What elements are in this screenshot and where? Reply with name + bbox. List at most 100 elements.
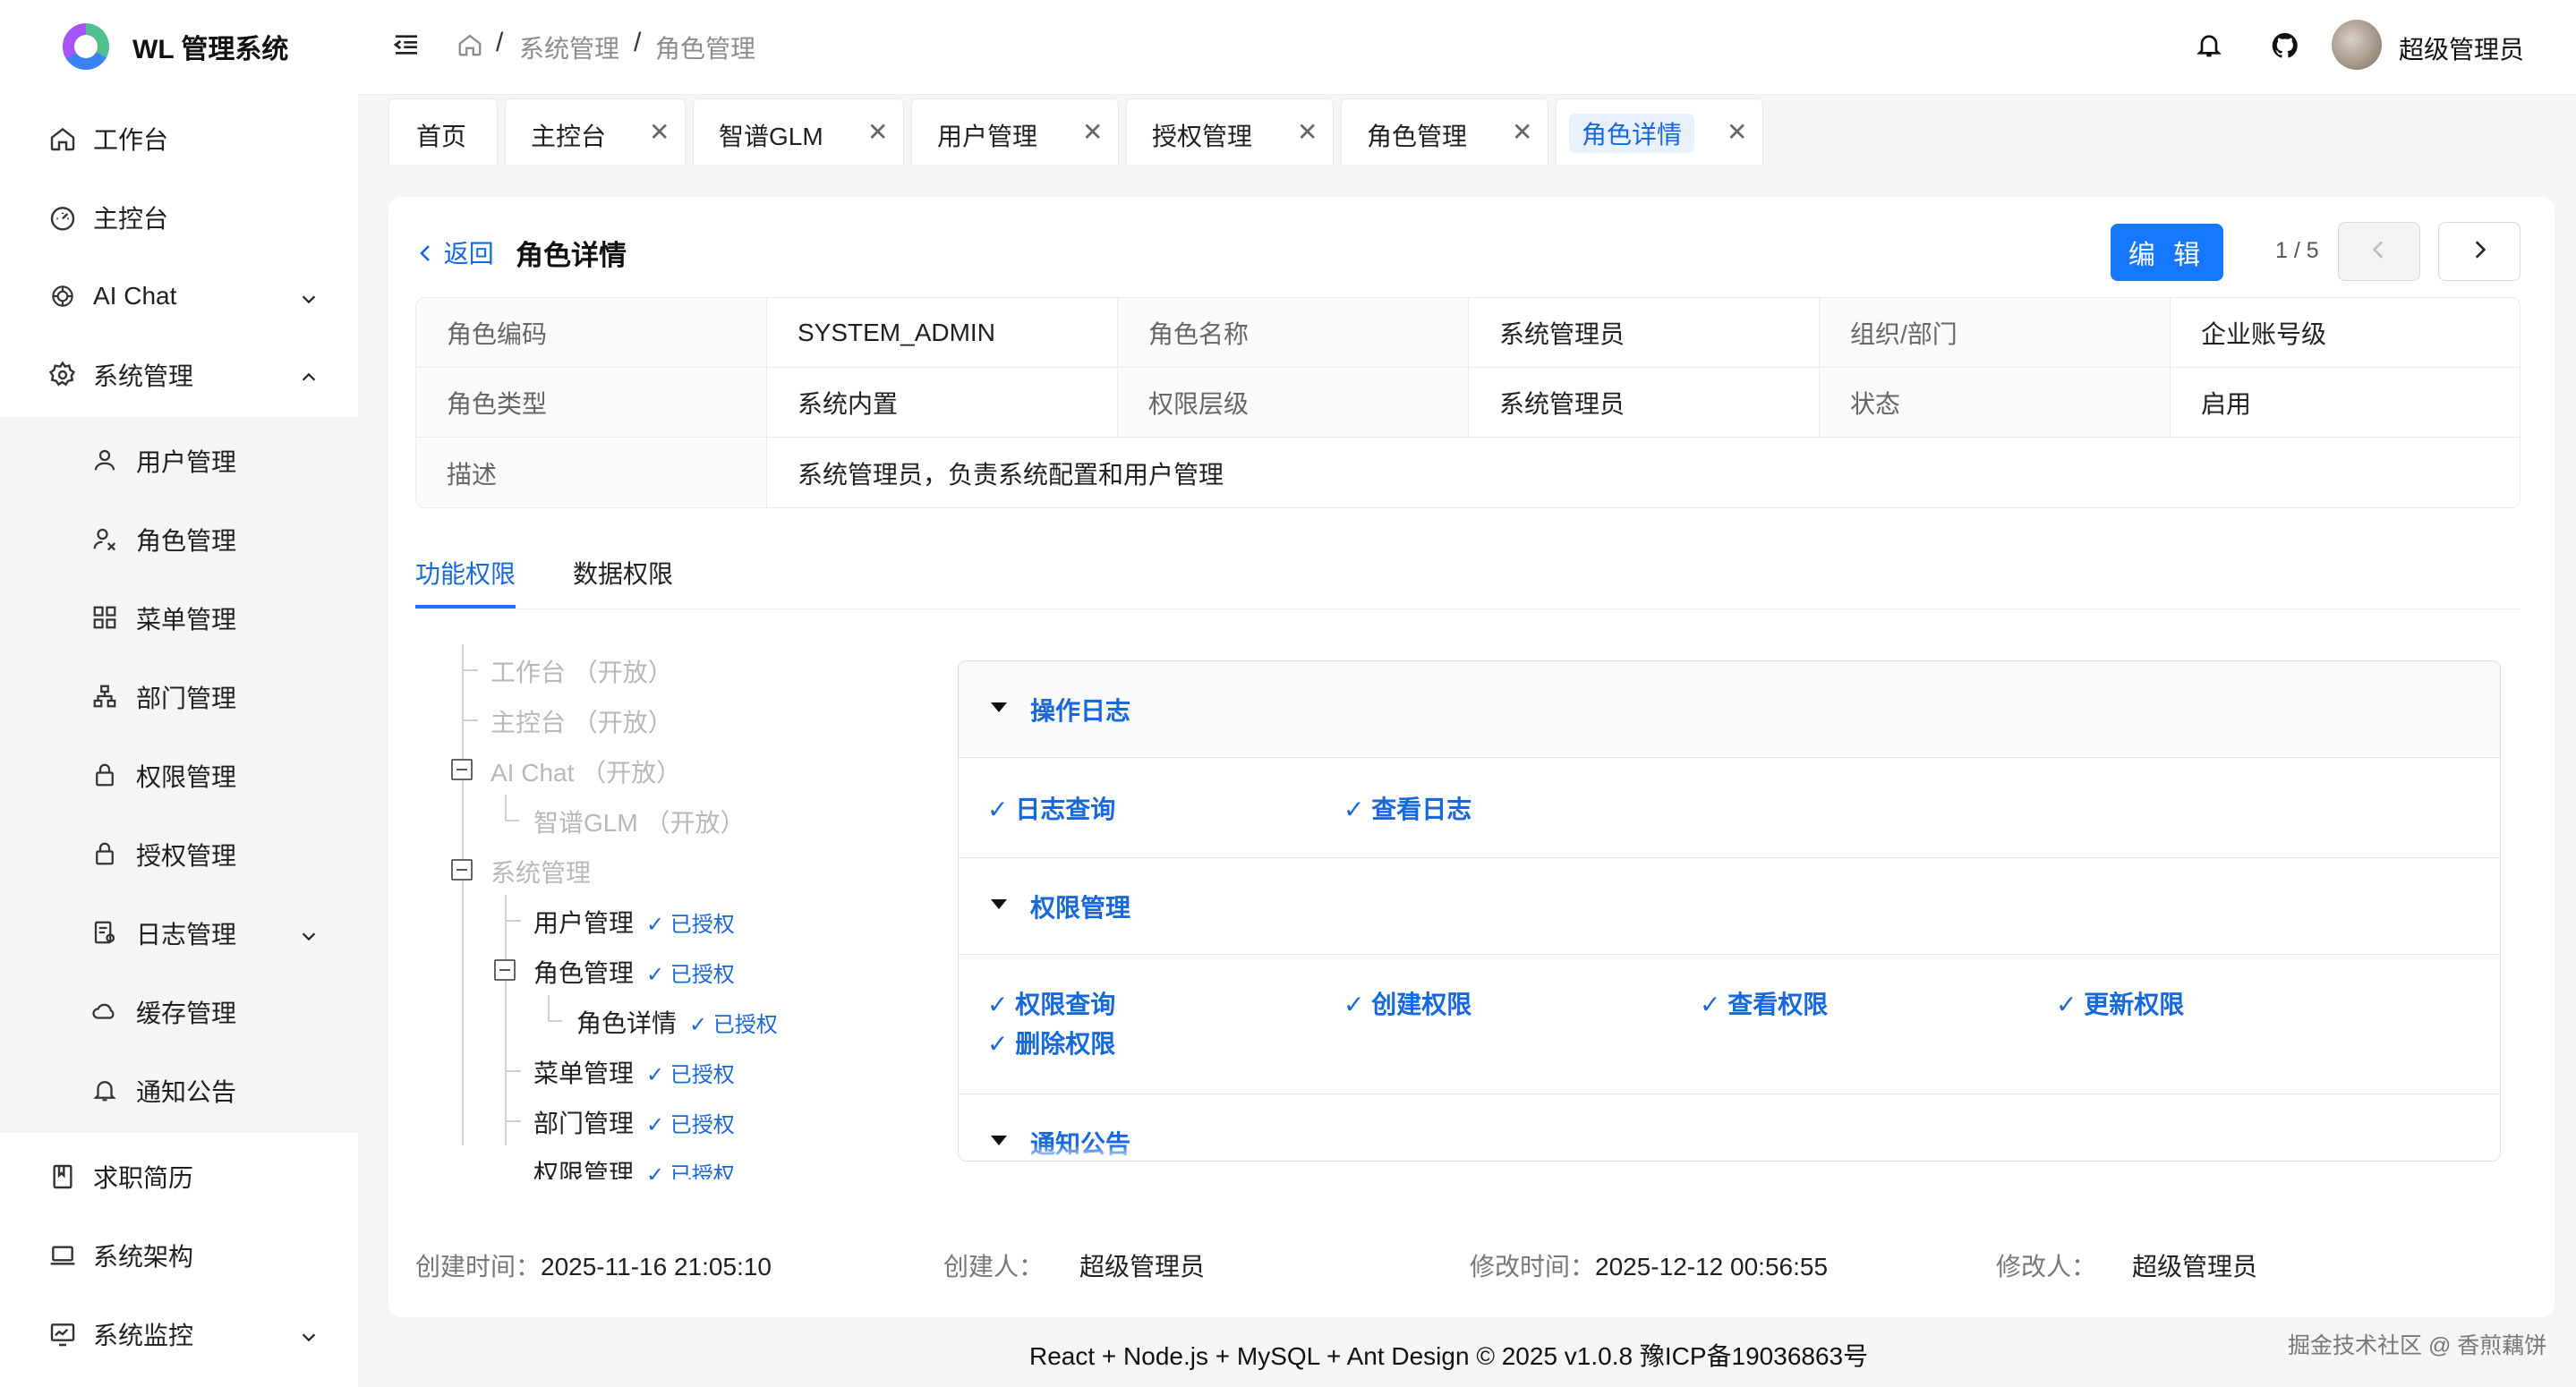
tree-node-permissions[interactable]: 权限管理 ✓ 已授权	[533, 1154, 735, 1179]
meta-modified: 修改时间：2025-12-12 00:56:55	[1470, 1247, 1828, 1283]
back-link[interactable]: 返回	[415, 234, 494, 271]
sidebar-item-system[interactable]: 系统管理	[0, 344, 358, 406]
permission-item[interactable]: ✓ 查看权限	[1700, 985, 1828, 1021]
bell-icon	[91, 1076, 120, 1105]
user-icon	[91, 447, 120, 475]
collapse-icon[interactable]	[451, 859, 473, 881]
sidebar-item-dashboard[interactable]: 主控台	[0, 186, 358, 249]
page-title: 角色详情	[516, 240, 627, 271]
close-icon[interactable]: ✕	[1512, 117, 1532, 147]
watermark: 掘金技术社区 @ 香煎藕饼	[2288, 1333, 2547, 1358]
permission-item[interactable]: ✓ 创建权限	[1343, 985, 1471, 1021]
tab-glm[interactable]: 智谱GLM ✕	[693, 98, 904, 165]
menu-grid-icon	[91, 604, 120, 633]
breadcrumb-separator: /	[496, 28, 504, 57]
permission-item[interactable]: ✓ 查看日志	[1343, 790, 1471, 826]
chevron-down-icon	[299, 1324, 319, 1344]
chevron-right-icon	[2468, 238, 2491, 266]
tab-roles[interactable]: 角色管理 ✕	[1341, 98, 1548, 165]
chevron-down-icon	[299, 923, 319, 943]
close-icon[interactable]: ✕	[1727, 117, 1747, 147]
tab-users[interactable]: 用户管理 ✕	[911, 98, 1119, 165]
field-label: 角色名称	[1118, 298, 1469, 368]
tree-node[interactable]: 主控台 （开放）	[490, 703, 673, 739]
permission-tree: 工作台 （开放） 主控台 （开放） AI Chat （开放） 智谱GLM （开放…	[415, 644, 881, 1145]
tree-node-users[interactable]: 用户管理 ✓ 已授权	[533, 904, 735, 940]
collapse-icon[interactable]	[451, 759, 473, 780]
tree-node-departments[interactable]: 部门管理 ✓ 已授权	[533, 1104, 735, 1140]
tree-node-menus[interactable]: 菜单管理 ✓ 已授权	[533, 1054, 735, 1090]
tab-dashboard[interactable]: 主控台 ✕	[505, 98, 686, 165]
tree-node[interactable]: AI Chat （开放）	[490, 753, 681, 789]
sidebar-item-authorization[interactable]: 授权管理	[0, 823, 358, 886]
sidebar-item-users[interactable]: 用户管理	[0, 430, 358, 492]
prev-button[interactable]	[2338, 222, 2420, 281]
sidebar-item-cache[interactable]: 缓存管理	[0, 981, 358, 1043]
meta-value: 超级管理员	[1079, 1253, 1206, 1281]
tree-node-roles[interactable]: 角色管理 ✓ 已授权	[533, 954, 735, 990]
breadcrumb-system[interactable]: 系统管理	[519, 30, 619, 65]
chevron-down-icon	[299, 286, 319, 306]
caret-down-icon	[991, 899, 1007, 909]
tab-role-detail[interactable]: 角色详情 ✕	[1556, 98, 1763, 165]
user-name[interactable]: 超级管理员	[2399, 30, 2524, 66]
tab-data-permissions[interactable]: 数据权限	[573, 555, 673, 591]
close-icon[interactable]: ✕	[1297, 117, 1318, 147]
permission-item[interactable]: ✓ 权限查询	[987, 985, 1115, 1021]
field-value: 系统管理员	[1469, 368, 1820, 438]
field-label: 组织/部门	[1820, 298, 2171, 368]
tree-node[interactable]: 工作台 （开放）	[490, 653, 673, 689]
sidebar-item-workbench[interactable]: 工作台	[0, 107, 358, 170]
group-header-logs[interactable]: 操作日志	[959, 661, 2500, 758]
bell-icon[interactable]	[2195, 30, 2223, 64]
group-header-permissions[interactable]: 权限管理	[959, 858, 2500, 955]
breadcrumb-roles[interactable]: 角色管理	[655, 30, 755, 65]
permission-item[interactable]: ✓ 日志查询	[987, 790, 1115, 826]
edit-button[interactable]: 编 辑	[2111, 224, 2223, 281]
role-detail-card: 返回 角色详情 编 辑 1 / 5 角色编码 SYSTEM_ADMIN 角色名称…	[388, 197, 2555, 1317]
tree-node[interactable]: 系统管理	[490, 854, 591, 889]
home-icon	[48, 124, 77, 153]
home-icon[interactable]	[456, 31, 483, 63]
sidebar-item-ai-chat[interactable]: AI Chat	[0, 265, 358, 328]
sidebar-item-logs[interactable]: 日志管理	[0, 902, 358, 965]
meta-label: 创建时间：	[415, 1253, 542, 1281]
tab-label: 主控台	[531, 123, 607, 150]
sidebar-item-notices[interactable]: 通知公告	[0, 1059, 358, 1122]
sidebar: WL 管理系统 工作台 主控台 AI Chat 系统管理 用户管理 角色管理 菜…	[0, 0, 358, 1387]
tab-authorization[interactable]: 授权管理 ✕	[1126, 98, 1334, 165]
meta-label: 修改人：	[1996, 1253, 2097, 1281]
sidebar-item-resume[interactable]: 求职简历	[0, 1145, 358, 1208]
permission-item[interactable]: ✓ 删除权限	[987, 1025, 1115, 1060]
next-button[interactable]	[2438, 222, 2521, 281]
collapse-icon[interactable]	[494, 959, 516, 981]
github-icon[interactable]	[2270, 30, 2300, 65]
close-icon[interactable]: ✕	[649, 117, 670, 147]
field-label: 角色类型	[416, 368, 767, 438]
tab-home[interactable]: 首页	[388, 98, 498, 165]
sidebar-item-departments[interactable]: 部门管理	[0, 666, 358, 728]
authorized-badge: ✓ 已授权	[689, 1013, 778, 1037]
sidebar-item-roles[interactable]: 角色管理	[0, 508, 358, 571]
tree-line	[548, 995, 550, 1020]
sidebar-item-monitor[interactable]: 系统监控	[0, 1303, 358, 1366]
sidebar-item-menus[interactable]: 菜单管理	[0, 587, 358, 650]
chevron-left-icon	[2367, 238, 2391, 266]
group-body-permissions: ✓ 权限查询 ✓ 创建权限 ✓ 查看权限 ✓ 更新权限 ✓ 删除权限	[959, 955, 2500, 1094]
tree-node[interactable]: 智谱GLM （开放）	[533, 804, 745, 839]
tree-line	[462, 669, 478, 671]
menu-fold-icon[interactable]	[392, 30, 421, 64]
sidebar-item-permissions[interactable]: 权限管理	[0, 745, 358, 807]
close-icon[interactable]: ✕	[1082, 117, 1103, 147]
tab-label: 角色管理	[1367, 123, 1468, 150]
tab-function-permissions[interactable]: 功能权限	[415, 555, 516, 591]
close-icon[interactable]: ✕	[867, 117, 888, 147]
breadcrumb-separator: /	[634, 28, 642, 57]
tree-line	[505, 820, 519, 821]
active-tab-indicator	[415, 605, 516, 608]
permission-item[interactable]: ✓ 更新权限	[2056, 985, 2184, 1021]
avatar[interactable]	[2332, 20, 2382, 70]
sidebar-item-architecture[interactable]: 系统架构	[0, 1224, 358, 1287]
tree-node-role-detail[interactable]: 角色详情 ✓ 已授权	[576, 1004, 778, 1040]
meta-created: 创建时间：2025-11-16 21:05:10	[415, 1247, 772, 1283]
